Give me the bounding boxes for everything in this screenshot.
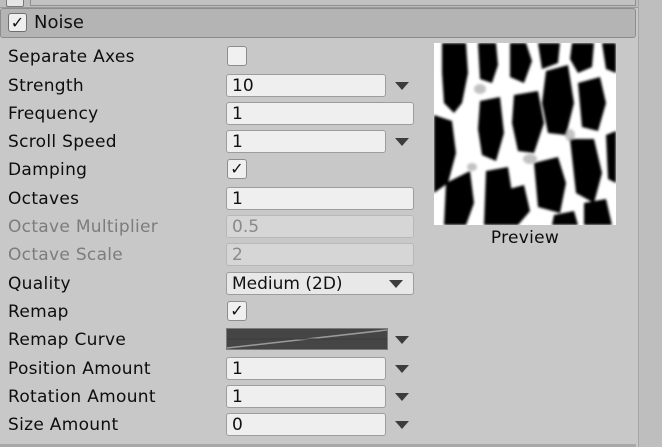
noise-preview-image <box>434 43 616 225</box>
row-rotation-amount: Rotation Amount 1 <box>0 384 420 412</box>
row-octaves: Octaves 1 <box>0 186 420 214</box>
size-amount-mode-dropdown-icon[interactable] <box>395 421 409 429</box>
rotation-amount-label: Rotation Amount <box>8 387 156 407</box>
position-amount-label: Position Amount <box>8 359 151 379</box>
previous-module-frame <box>30 0 636 6</box>
size-amount-label: Size Amount <box>8 415 119 435</box>
row-octave-multiplier: Octave Multiplier 0.5 <box>0 214 420 242</box>
scroll-speed-label: Scroll Speed <box>8 132 117 152</box>
remap-checkbox[interactable]: ✓ <box>227 301 247 321</box>
row-position-amount: Position Amount 1 <box>0 356 420 384</box>
strength-label: Strength <box>8 76 84 96</box>
strength-field[interactable]: 10 <box>226 74 386 97</box>
scroll-speed-field[interactable]: 1 <box>226 130 386 153</box>
remap-curve-mode-dropdown-icon[interactable] <box>395 336 409 344</box>
rotation-amount-mode-dropdown-icon[interactable] <box>395 393 409 401</box>
position-amount-mode-dropdown-icon[interactable] <box>395 365 409 373</box>
preview-label: Preview <box>490 228 560 248</box>
previous-module-checkbox[interactable] <box>6 0 24 7</box>
remap-curve-preview[interactable] <box>226 328 388 350</box>
quality-select-value: Medium (2D) <box>232 274 343 294</box>
noise-module-header[interactable]: ✓ Noise <box>0 8 636 38</box>
damping-checkbox[interactable]: ✓ <box>227 159 247 179</box>
frequency-label: Frequency <box>8 104 99 124</box>
row-remap: Remap ✓ <box>0 299 420 327</box>
row-scroll-speed: Scroll Speed 1 <box>0 129 420 157</box>
octaves-label: Octaves <box>8 189 80 209</box>
remap-curve-label: Remap Curve <box>8 330 127 350</box>
size-amount-field[interactable]: 0 <box>226 413 386 436</box>
octave-multiplier-field: 0.5 <box>226 215 414 238</box>
quality-select[interactable]: Medium (2D) <box>226 272 414 295</box>
noise-module-title: Noise <box>34 12 84 33</box>
rotation-amount-field[interactable]: 1 <box>226 385 386 408</box>
row-quality: Quality Medium (2D) <box>0 271 420 299</box>
row-frequency: Frequency 1 <box>0 101 420 129</box>
strength-mode-dropdown-icon[interactable] <box>395 82 409 90</box>
octave-scale-label: Octave Scale <box>8 245 124 265</box>
row-damping: Damping ✓ <box>0 157 420 185</box>
chevron-down-icon <box>389 280 403 288</box>
scroll-speed-mode-dropdown-icon[interactable] <box>395 138 409 146</box>
row-separate-axes: Separate Axes <box>0 44 420 72</box>
row-octave-scale: Octave Scale 2 <box>0 242 420 270</box>
inspector-scrollbar[interactable] <box>638 0 662 447</box>
octave-scale-field: 2 <box>226 243 414 266</box>
row-remap-curve: Remap Curve <box>0 327 420 355</box>
octave-multiplier-label: Octave Multiplier <box>8 217 159 237</box>
remap-label: Remap <box>8 302 69 322</box>
separate-axes-checkbox[interactable] <box>227 46 247 66</box>
position-amount-field[interactable]: 1 <box>226 357 386 380</box>
noise-enable-checkbox[interactable]: ✓ <box>8 13 27 32</box>
row-strength: Strength 10 <box>0 73 420 101</box>
frequency-field[interactable]: 1 <box>226 102 414 125</box>
quality-label: Quality <box>8 274 71 294</box>
row-size-amount: Size Amount 0 <box>0 412 420 440</box>
damping-label: Damping <box>8 160 88 180</box>
separate-axes-label: Separate Axes <box>8 47 135 67</box>
octaves-field[interactable]: 1 <box>226 187 414 210</box>
previous-module-strip <box>0 0 662 8</box>
